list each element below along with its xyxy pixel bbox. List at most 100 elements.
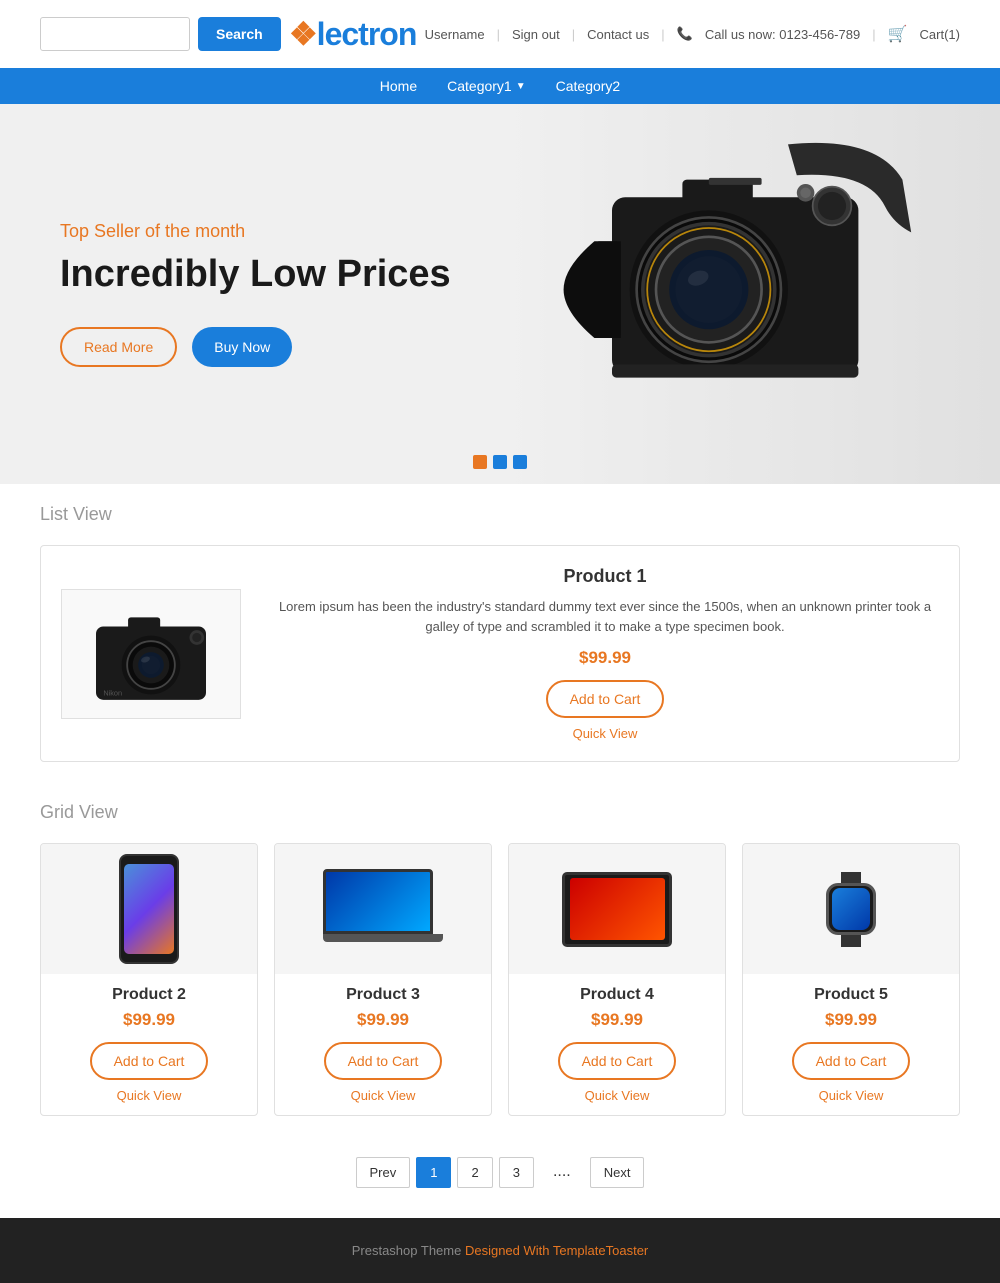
watch-screen: [832, 888, 870, 930]
prev-page-button[interactable]: Prev: [356, 1157, 411, 1188]
product5-image: [743, 844, 959, 974]
hero-buttons: Read More Buy Now: [60, 327, 940, 367]
product5-body: Product 5 $99.99 Add to Cart Quick View: [743, 974, 959, 1115]
product1-name: Product 1: [271, 566, 939, 587]
read-more-button[interactable]: Read More: [60, 327, 177, 367]
watch-band-top: [841, 872, 861, 883]
signout-link[interactable]: Sign out: [512, 27, 560, 42]
buy-now-button[interactable]: Buy Now: [192, 327, 292, 367]
list-view-section: Nikon Product 1 Lorem ipsum has been the…: [0, 535, 1000, 782]
watch-band-bottom: [841, 935, 861, 946]
logo-icon: ❖: [289, 16, 317, 52]
page-3-button[interactable]: 3: [499, 1157, 534, 1188]
product5-name: Product 5: [753, 986, 949, 1004]
footer-link[interactable]: Designed With TemplateToaster: [465, 1243, 648, 1258]
phone-link[interactable]: Call us now: 0123-456-789: [705, 27, 860, 42]
pagination-dots: ....: [540, 1156, 584, 1188]
header-left: Search: [40, 17, 281, 51]
next-page-button[interactable]: Next: [590, 1157, 645, 1188]
product3-laptop-icon: [323, 869, 443, 949]
product4-add-to-cart-button[interactable]: Add to Cart: [558, 1042, 677, 1080]
username-link[interactable]: Username: [425, 27, 485, 42]
chevron-down-icon: ▼: [516, 81, 526, 92]
hero-banner: Top Seller of the month Incredibly Low P…: [0, 104, 1000, 484]
product3-add-to-cart-button[interactable]: Add to Cart: [324, 1042, 443, 1080]
nav-home[interactable]: Home: [380, 78, 417, 94]
separator-2: |: [572, 27, 575, 42]
dot-2[interactable]: [493, 455, 507, 469]
product3-name: Product 3: [285, 986, 481, 1004]
hero-subtitle: Top Seller of the month: [60, 221, 940, 242]
product3-body: Product 3 $99.99 Add to Cart Quick View: [275, 974, 491, 1115]
product2-image: [41, 844, 257, 974]
header-right: Username | Sign out | Contact us | 📞 Cal…: [425, 24, 960, 44]
logo-text: lectron: [317, 16, 417, 52]
page-2-button[interactable]: 2: [457, 1157, 492, 1188]
phone-screen: [124, 864, 174, 954]
nav-category1[interactable]: Category1 ▼: [447, 78, 526, 94]
list-item: Nikon Product 1 Lorem ipsum has been the…: [40, 545, 960, 762]
footer-text: Prestashop Theme: [352, 1243, 465, 1258]
cart-icon: 🛒: [888, 24, 908, 44]
product2-add-to-cart-button[interactable]: Add to Cart: [90, 1042, 209, 1080]
product2-quick-view-link[interactable]: Quick View: [51, 1088, 247, 1103]
product4-body: Product 4 $99.99 Add to Cart Quick View: [509, 974, 725, 1115]
product1-quick-view-link[interactable]: Quick View: [271, 726, 939, 741]
product2-price: $99.99: [51, 1010, 247, 1030]
phone-icon: 📞: [677, 26, 693, 42]
product5-watch-icon: [824, 872, 879, 947]
grid-item-product3: Product 3 $99.99 Add to Cart Quick View: [274, 843, 492, 1116]
product5-quick-view-link[interactable]: Quick View: [753, 1088, 949, 1103]
footer: Prestashop Theme Designed With TemplateT…: [0, 1218, 1000, 1283]
product4-name: Product 4: [519, 986, 715, 1004]
product1-description: Lorem ipsum has been the industry's stan…: [271, 597, 939, 636]
header: Search ❖lectron Username | Sign out | Co…: [0, 0, 1000, 68]
product5-add-to-cart-button[interactable]: Add to Cart: [792, 1042, 911, 1080]
product3-quick-view-link[interactable]: Quick View: [285, 1088, 481, 1103]
logo[interactable]: ❖lectron: [289, 15, 416, 53]
hero-content: Top Seller of the month Incredibly Low P…: [0, 181, 1000, 408]
separator-4: |: [872, 27, 875, 42]
separator-3: |: [661, 27, 664, 42]
watch-body: [826, 883, 876, 935]
hero-dots: [473, 455, 527, 469]
search-button[interactable]: Search: [198, 17, 281, 51]
grid-item-product5: Product 5 $99.99 Add to Cart Quick View: [742, 843, 960, 1116]
product1-add-to-cart-button[interactable]: Add to Cart: [546, 680, 665, 718]
separator-1: |: [497, 27, 500, 42]
nav-category2[interactable]: Category2: [556, 78, 621, 94]
search-input[interactable]: [40, 17, 190, 51]
product1-details: Product 1 Lorem ipsum has been the indus…: [271, 566, 939, 741]
dot-1[interactable]: [473, 455, 487, 469]
product4-price: $99.99: [519, 1010, 715, 1030]
laptop-screen: [323, 869, 433, 934]
product3-image: [275, 844, 491, 974]
product2-body: Product 2 $99.99 Add to Cart Quick View: [41, 974, 257, 1115]
hero-title: Incredibly Low Prices: [60, 252, 940, 298]
grid-item-product2: Product 2 $99.99 Add to Cart Quick View: [40, 843, 258, 1116]
product1-price: $99.99: [271, 648, 939, 668]
product4-quick-view-link[interactable]: Quick View: [519, 1088, 715, 1103]
tablet-screen: [570, 878, 665, 940]
grid-item-product4: Product 4 $99.99 Add to Cart Quick View: [508, 843, 726, 1116]
pagination: Prev 1 2 3 .... Next: [0, 1136, 1000, 1218]
grid-view-section: Product 2 $99.99 Add to Cart Quick View …: [0, 833, 1000, 1136]
svg-text:Nikon: Nikon: [103, 688, 122, 697]
grid-view-title: Grid View: [0, 782, 1000, 833]
contact-link[interactable]: Contact us: [587, 27, 649, 42]
product4-tablet-icon: [562, 872, 672, 947]
list-view-title: List View: [0, 484, 1000, 535]
product5-price: $99.99: [753, 1010, 949, 1030]
product1-camera-icon: Nikon: [76, 599, 226, 709]
cart-link[interactable]: Cart(1): [920, 27, 960, 42]
page-1-button[interactable]: 1: [416, 1157, 451, 1188]
product3-price: $99.99: [285, 1010, 481, 1030]
dot-3[interactable]: [513, 455, 527, 469]
product2-name: Product 2: [51, 986, 247, 1004]
product2-phone-icon: [119, 854, 179, 964]
grid-container: Product 2 $99.99 Add to Cart Quick View …: [40, 843, 960, 1116]
laptop-base: [323, 934, 443, 942]
navigation: Home Category1 ▼ Category2: [0, 68, 1000, 104]
product1-image: Nikon: [61, 589, 241, 719]
product4-image: [509, 844, 725, 974]
